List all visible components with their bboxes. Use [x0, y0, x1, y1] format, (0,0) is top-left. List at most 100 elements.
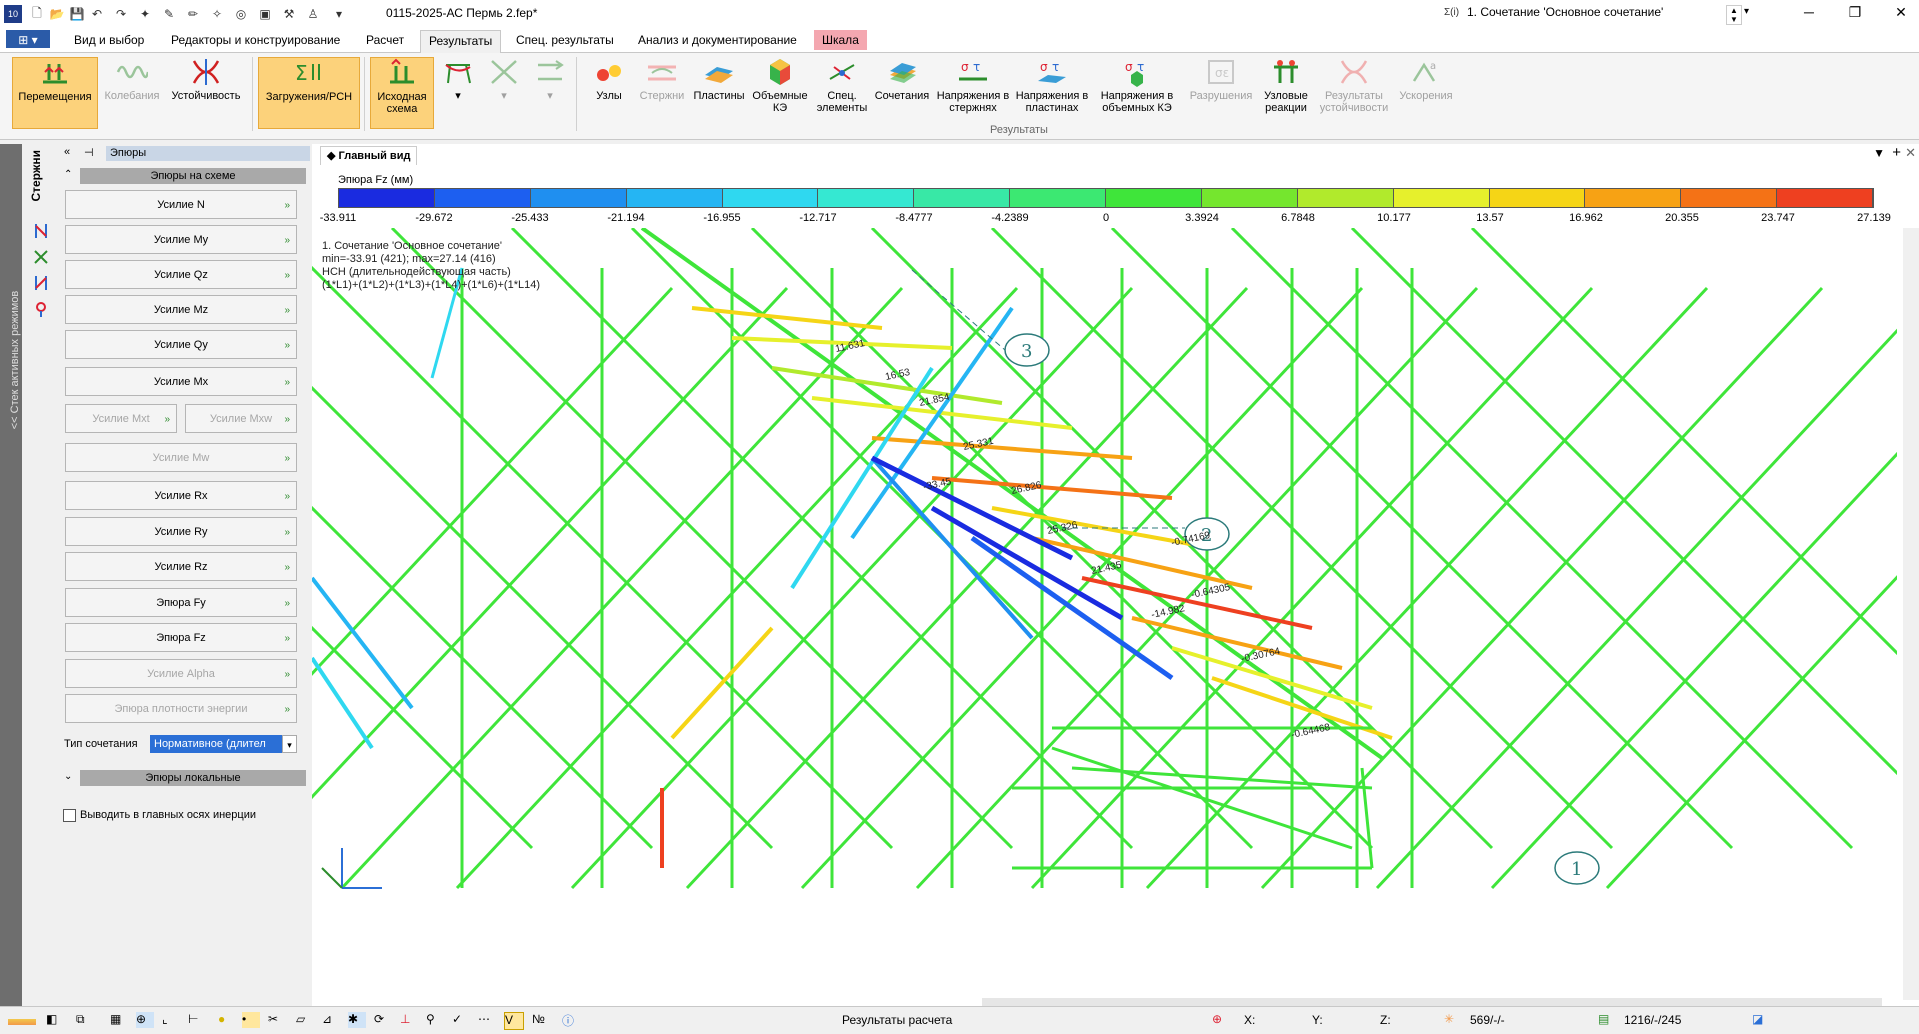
tool-icon[interactable]: ✂ — [268, 1012, 286, 1028]
rotate-icon[interactable]: ⟳ — [374, 1012, 392, 1028]
window-icon[interactable]: ⧉ — [76, 1012, 94, 1028]
close-view-icon[interactable]: ✕ — [1905, 145, 1916, 161]
tab-results[interactable]: Результаты — [420, 30, 502, 53]
snap-dimension-icon[interactable]: ⊢ — [188, 1012, 206, 1028]
inertia-axes-checkbox[interactable] — [63, 809, 76, 822]
image-icon[interactable]: ▣ — [256, 5, 274, 23]
force-mw-button[interactable]: Усилие Mw» — [65, 443, 297, 472]
scale-icon[interactable]: ◪ — [1752, 1012, 1770, 1028]
tab-analysis[interactable]: Анализ и документирование — [630, 30, 805, 50]
plates-button[interactable]: Пластины — [690, 57, 748, 127]
horizontal-scrollbar[interactable] — [982, 998, 1882, 1006]
stability-results-button[interactable]: Результаты устойчивости — [1318, 57, 1390, 127]
force-n-button[interactable]: Усилие N» — [65, 190, 297, 219]
special-elements-button[interactable]: Спец. элементы — [814, 57, 870, 127]
tab-view-select[interactable]: Вид и выбор — [66, 30, 152, 50]
number-icon[interactable]: № — [532, 1012, 550, 1028]
maximize-button[interactable]: ❐ — [1840, 4, 1870, 21]
source-scheme-button[interactable]: Исходная схема — [370, 57, 434, 129]
oscillations-button[interactable]: Колебания — [100, 57, 164, 127]
info-icon[interactable]: ⓘ — [562, 1012, 580, 1028]
check-icon[interactable]: ✓ — [452, 1012, 470, 1028]
loads-button[interactable]: Σ Загружения/РСН — [258, 57, 360, 129]
section-collapse-icon[interactable]: ⌃ — [64, 169, 72, 180]
app-icon[interactable]: 10 — [4, 5, 22, 23]
vertical-scrollbar[interactable] — [1903, 228, 1919, 1000]
bars-button[interactable]: Стержни — [634, 57, 690, 127]
undo-icon[interactable]: ↶ — [88, 5, 106, 23]
bar-deform-icon[interactable] — [32, 248, 50, 266]
force-mxt-button[interactable]: Усилие Mxt» — [65, 404, 177, 433]
combination-dropdown-icon[interactable]: ▾ — [1744, 6, 1749, 17]
app-menu-button[interactable]: ⊞ ▾ — [6, 30, 50, 48]
point-active-icon[interactable]: • — [242, 1012, 260, 1028]
nodes-button[interactable]: Узлы — [584, 57, 634, 127]
force-qz-button[interactable]: Усилие Qz» — [65, 260, 297, 289]
crosshair-icon[interactable]: ⊕ — [1212, 1012, 1230, 1028]
node-reactions-button[interactable]: Узловые реакции — [1256, 57, 1316, 127]
force-rx-button[interactable]: Усилие Rx» — [65, 481, 297, 510]
section-scheme-diagrams[interactable]: Эпюры на схеме — [80, 168, 306, 184]
nodes-marker-icon[interactable]: ⋯ — [478, 1012, 496, 1028]
person-icon[interactable]: ♙ — [304, 5, 322, 23]
model-canvas[interactable]: 32111.63116.5321.85425.33126.82625.32621… — [312, 228, 1897, 1000]
accelerations-button[interactable]: a Ускорения — [1392, 57, 1460, 127]
force-mz-button[interactable]: Усилие Mz» — [65, 295, 297, 324]
tab-editors[interactable]: Редакторы и конструирование — [163, 30, 348, 50]
magic-icon[interactable]: ✧ — [208, 5, 226, 23]
tools-icon[interactable]: ⚒ — [280, 5, 298, 23]
pointer-icon[interactable]: ✦ — [136, 5, 154, 23]
diagram-fz-button[interactable]: Эпюра Fz» — [65, 623, 297, 652]
tab-main-view[interactable]: ◆ Главный вид — [320, 146, 418, 165]
force-ry-button[interactable]: Усилие Ry» — [65, 517, 297, 546]
save-icon[interactable]: 💾 — [68, 5, 86, 23]
displacements-button[interactable]: Перемещения — [12, 57, 98, 129]
pick-icon[interactable]: ✱ — [348, 1012, 366, 1028]
diagram-fy-button[interactable]: Эпюра Fy» — [65, 588, 297, 617]
combination-spinner[interactable]: ▲ ▼ — [1726, 5, 1742, 25]
bar-force-icon[interactable] — [32, 274, 50, 292]
combo-type-select[interactable]: Нормативное (длител — [150, 735, 282, 753]
section-expand-icon[interactable]: ⌄ — [64, 771, 72, 782]
measure-icon[interactable]: ⊿ — [322, 1012, 340, 1028]
snap-corner-icon[interactable]: ⌞ — [162, 1012, 180, 1028]
stability-button[interactable]: Устойчивость — [166, 57, 246, 127]
pencil-icon[interactable]: ✏ — [184, 5, 202, 23]
force-alpha-button[interactable]: Усилие Alpha» — [65, 659, 297, 688]
tab-special-results[interactable]: Спец. результаты — [508, 30, 622, 50]
new-file-icon[interactable]: 🗋 — [28, 5, 46, 23]
snap-node-icon[interactable]: ⊕ — [136, 1012, 154, 1028]
brush-icon[interactable]: ✎ — [160, 5, 178, 23]
redo-icon[interactable]: ↷ — [112, 5, 130, 23]
ruler-icon[interactable] — [8, 1019, 36, 1025]
point-icon[interactable]: ● — [218, 1012, 236, 1028]
plate-stresses-button[interactable]: στ Напряжения в пластинах — [1014, 57, 1090, 127]
grid-icon[interactable]: ▦ — [110, 1012, 128, 1028]
active-modes-stack[interactable]: << Стек активных режимов — [0, 144, 22, 1006]
view-icon[interactable]: ◎ — [232, 5, 250, 23]
labels-toggle-icon[interactable]: V — [504, 1012, 524, 1030]
deformed-scheme-dropdown[interactable]: ▾ — [438, 57, 478, 127]
supports-icon[interactable]: ⊥ — [400, 1012, 418, 1028]
force-my-button[interactable]: Усилие My» — [65, 225, 297, 254]
tab-scale[interactable]: Шкала — [814, 30, 867, 50]
volume-stresses-button[interactable]: στ Напряжения в объемных КЭ — [1094, 57, 1180, 127]
pin-panel-icon[interactable]: ⊣ — [84, 146, 94, 159]
destruction-button[interactable]: σε Разрушения — [1186, 57, 1256, 127]
close-window-button[interactable]: ✕ — [1886, 4, 1916, 21]
force-rz-button[interactable]: Усилие Rz» — [65, 552, 297, 581]
volume-fe-button[interactable]: Объемные КЭ — [748, 57, 812, 127]
bar-stresses-button[interactable]: στ Напряжения в стержнях — [934, 57, 1012, 127]
energy-density-button[interactable]: Эпюра плотности энергии» — [65, 694, 297, 723]
filter-icon[interactable]: ⚲ — [426, 1012, 444, 1028]
collapse-panel-icon[interactable]: « — [64, 146, 70, 158]
tab-calculation[interactable]: Расчет — [358, 30, 412, 50]
bar-diagram-icon[interactable] — [32, 222, 50, 240]
open-folder-icon[interactable]: 📂 — [48, 5, 66, 23]
add-view-icon[interactable]: + — [1892, 144, 1901, 161]
plate-icon[interactable]: ▱ — [296, 1012, 314, 1028]
combo-type-dropdown-icon[interactable]: ▾ — [282, 735, 297, 753]
bar-reaction-icon[interactable] — [32, 300, 50, 318]
arrows-dropdown[interactable]: ▾ — [530, 57, 570, 127]
force-mxw-button[interactable]: Усилие Mxw» — [185, 404, 297, 433]
